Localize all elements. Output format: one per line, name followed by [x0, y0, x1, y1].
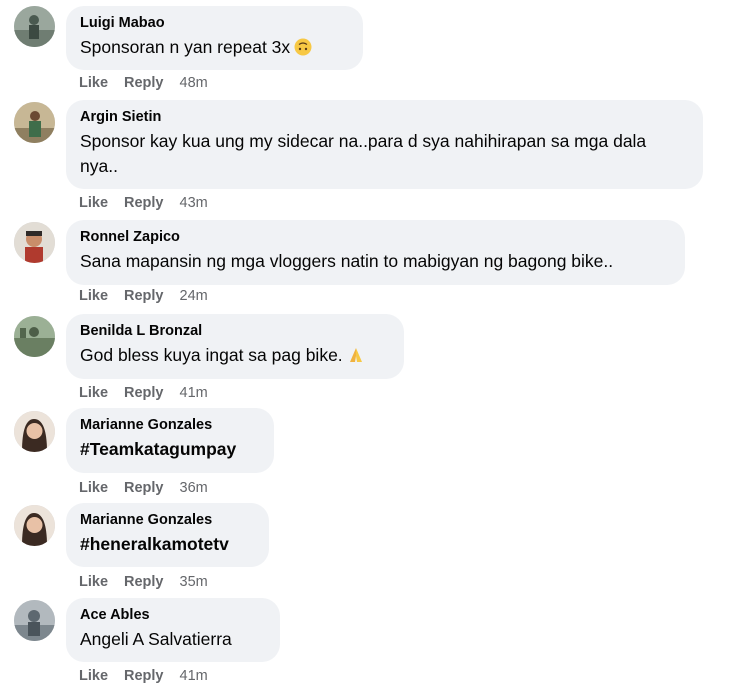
comment-actions: Like Reply 41m [79, 384, 208, 402]
comment-author[interactable]: Ronnel Zapico [80, 228, 671, 246]
comment-time[interactable]: 41m [180, 385, 208, 401]
avatar[interactable] [14, 102, 55, 143]
comment-text: Sponsor kay kua ung my sidecar na..para … [80, 131, 647, 176]
comment-bubble: Argin Sietin Sponsor kay kua ung my side… [66, 100, 703, 189]
reply-button[interactable]: Reply [124, 385, 164, 401]
upside-down-face-emoji [294, 38, 312, 56]
comment-time[interactable]: 36m [180, 480, 208, 496]
avatar[interactable] [14, 6, 55, 47]
comment-time[interactable]: 43m [180, 195, 208, 211]
comment-actions: Like Reply 41m [79, 667, 208, 685]
comment-bubble: Luigi Mabao Sponsoran n yan repeat 3x [66, 6, 363, 70]
comment-author[interactable]: Marianne Gonzales [80, 511, 255, 529]
comment-time[interactable]: 48m [180, 75, 208, 91]
comment-actions: Like Reply 43m [79, 194, 208, 212]
avatar[interactable] [14, 316, 55, 357]
comment-time[interactable]: 24m [180, 288, 208, 304]
reply-button[interactable]: Reply [124, 75, 164, 91]
comment-bubble: Benilda L Bronzal God bless kuya ingat s… [66, 314, 404, 379]
like-button[interactable]: Like [79, 480, 108, 496]
reply-button[interactable]: Reply [124, 668, 164, 684]
comment-actions: Like Reply 48m [79, 74, 208, 92]
comment-text: Sana mapansin ng mga vloggers natin to m… [80, 251, 614, 271]
comment-author[interactable]: Benilda L Bronzal [80, 322, 390, 340]
folded-hands-emoji [349, 348, 362, 362]
comment-text: Sponsoran n yan repeat 3x [80, 35, 349, 60]
comment-actions: Like Reply 36m [79, 479, 208, 497]
like-button[interactable]: Like [79, 668, 108, 684]
like-button[interactable]: Like [79, 385, 108, 401]
like-button[interactable]: Like [79, 195, 108, 211]
like-button[interactable]: Like [79, 574, 108, 590]
hashtag-link[interactable]: #Teamkatagumpay [80, 437, 260, 462]
comment-author[interactable]: Argin Sietin [80, 108, 689, 126]
avatar[interactable] [14, 222, 55, 263]
comment-actions: Like Reply 24m [79, 287, 208, 305]
comment-author[interactable]: Marianne Gonzales [80, 416, 260, 434]
reply-button[interactable]: Reply [124, 288, 164, 304]
comment-text: God bless kuya ingat sa pag bike. [80, 343, 390, 368]
reply-button[interactable]: Reply [124, 195, 164, 211]
comment-bubble: Ace Ables Angeli A Salvatierra [66, 598, 280, 662]
mentioned-user-link[interactable]: Angeli A Salvatierra [80, 627, 266, 652]
comment-time[interactable]: 35m [180, 574, 208, 590]
comment-author[interactable]: Ace Ables [80, 606, 266, 624]
comment-bubble: Ronnel Zapico Sana mapansin ng mga vlogg… [66, 220, 685, 285]
avatar[interactable] [14, 505, 55, 546]
comment-author[interactable]: Luigi Mabao [80, 14, 349, 32]
comment-time[interactable]: 41m [180, 668, 208, 684]
hashtag-link[interactable]: #heneralkamotetv [80, 532, 255, 557]
reply-button[interactable]: Reply [124, 480, 164, 496]
comment-actions: Like Reply 35m [79, 573, 208, 591]
avatar[interactable] [14, 411, 55, 452]
comment-bubble: Marianne Gonzales #Teamkatagumpay [66, 408, 274, 473]
like-button[interactable]: Like [79, 75, 108, 91]
comment-bubble: Marianne Gonzales #heneralkamotetv [66, 503, 269, 567]
avatar[interactable] [14, 600, 55, 641]
like-button[interactable]: Like [79, 288, 108, 304]
reply-button[interactable]: Reply [124, 574, 164, 590]
